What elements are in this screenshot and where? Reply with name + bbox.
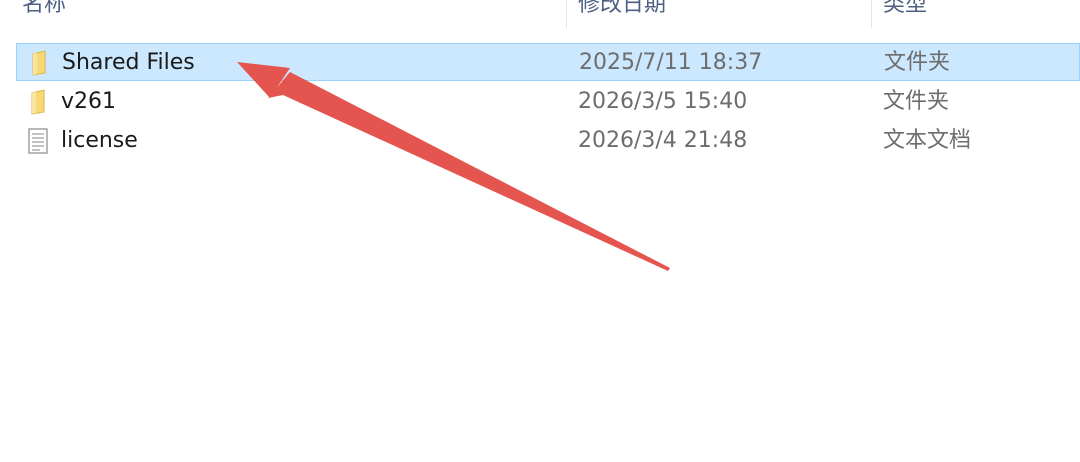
column-divider[interactable] [566,0,567,28]
file-date-modified: 2026/3/4 21:48 [578,128,748,153]
file-row-v261[interactable]: v261 2026/3/5 15:40 文件夹 [16,83,1080,121]
column-header-type[interactable]: 类型 [883,0,927,18]
file-name: license [61,128,138,153]
file-type: 文件夹 [883,89,950,114]
file-name: Shared Files [62,50,195,75]
column-divider[interactable] [871,0,872,28]
file-date-modified: 2025/7/11 18:37 [579,50,763,75]
column-header-bar: 名称 修改日期 类型 [0,0,1080,30]
folder-icon [31,89,45,115]
file-explorer-list-view: 名称 修改日期 类型 Shared Files 2025/7/11 18:37 … [0,0,1080,462]
text-document-icon [28,128,48,154]
file-row-shared-files[interactable]: Shared Files 2025/7/11 18:37 文件夹 [16,43,1080,81]
file-name: v261 [61,89,117,114]
column-header-date-modified[interactable]: 修改日期 [578,0,666,18]
file-type: 文本文档 [883,128,972,153]
folder-icon [32,50,46,76]
file-date-modified: 2026/3/5 15:40 [578,89,748,114]
file-row-license[interactable]: license 2026/3/4 21:48 文本文档 [16,122,1080,160]
column-header-name[interactable]: 名称 [22,0,66,18]
file-type: 文件夹 [884,50,951,75]
